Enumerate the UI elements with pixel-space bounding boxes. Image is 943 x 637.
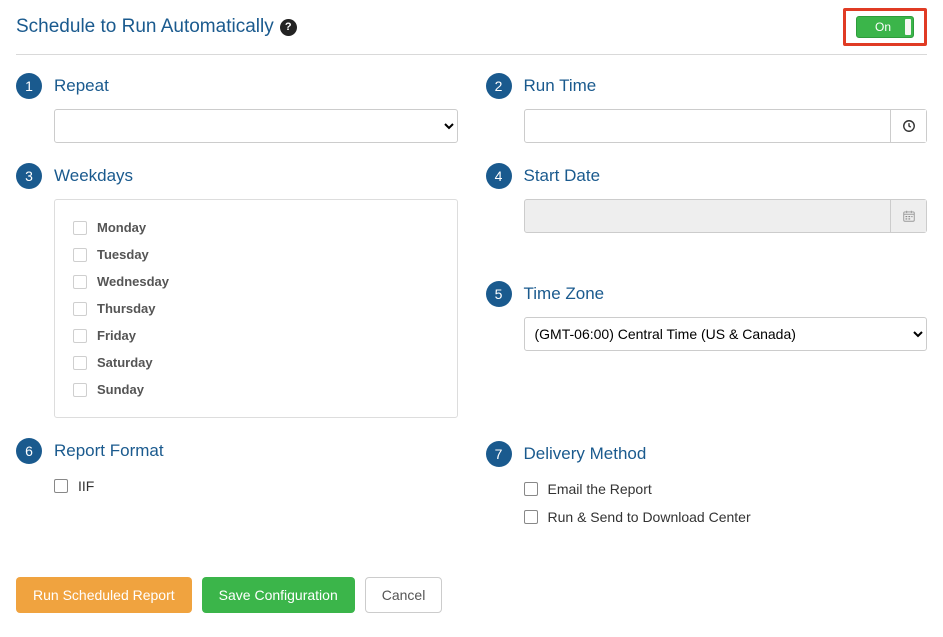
step-badge-4: 4: [486, 163, 512, 189]
step-badge-6: 6: [16, 438, 42, 464]
weekday-label: Sunday: [97, 382, 144, 397]
weekday-row-friday[interactable]: Friday: [73, 324, 439, 347]
form-columns: 1 Repeat 3 Weekdays Monday: [16, 73, 927, 549]
section-title-runtime: Run Time: [524, 76, 597, 96]
delivery-row-download[interactable]: Run & Send to Download Center: [524, 505, 928, 529]
section-weekdays: 3 Weekdays Monday Tuesday Wednesday: [16, 163, 458, 418]
weekday-row-wednesday[interactable]: Wednesday: [73, 270, 439, 293]
section-repeat: 1 Repeat: [16, 73, 458, 143]
format-row-iif[interactable]: IIF: [54, 474, 458, 498]
step-badge-7: 7: [486, 441, 512, 467]
page-title: Schedule to Run Automatically ?: [16, 16, 297, 38]
left-column: 1 Repeat 3 Weekdays Monday: [16, 73, 458, 549]
weekday-row-tuesday[interactable]: Tuesday: [73, 243, 439, 266]
startdate-input: [525, 200, 891, 232]
repeat-select[interactable]: [54, 109, 458, 143]
runtime-input[interactable]: [525, 110, 891, 142]
checkbox-icon[interactable]: [73, 302, 87, 316]
runtime-input-group: [524, 109, 928, 143]
checkbox-icon[interactable]: [73, 248, 87, 262]
step-badge-3: 3: [16, 163, 42, 189]
checkbox-icon[interactable]: [73, 275, 87, 289]
section-delivery: 7 Delivery Method Email the Report Run &…: [486, 441, 928, 529]
section-title-timezone: Time Zone: [524, 284, 605, 304]
weekday-label: Wednesday: [97, 274, 169, 289]
delivery-row-email[interactable]: Email the Report: [524, 477, 928, 501]
delivery-label: Run & Send to Download Center: [548, 509, 751, 525]
toggle-knob-icon: [905, 19, 911, 35]
step-badge-1: 1: [16, 73, 42, 99]
weekday-row-thursday[interactable]: Thursday: [73, 297, 439, 320]
weekday-row-sunday[interactable]: Sunday: [73, 378, 439, 401]
button-row: Run Scheduled Report Save Configuration …: [16, 577, 927, 613]
clock-icon[interactable]: [890, 110, 926, 142]
step-badge-2: 2: [486, 73, 512, 99]
weekday-label: Thursday: [97, 301, 156, 316]
toggle-label: On: [875, 20, 891, 34]
section-title-startdate: Start Date: [524, 166, 601, 186]
checkbox-icon[interactable]: [73, 356, 87, 370]
checkbox-icon[interactable]: [73, 329, 87, 343]
section-title-repeat: Repeat: [54, 76, 109, 96]
weekday-row-saturday[interactable]: Saturday: [73, 351, 439, 374]
header: Schedule to Run Automatically ? On: [16, 8, 927, 55]
calendar-icon[interactable]: [890, 200, 926, 232]
section-format: 6 Report Format IIF: [16, 438, 458, 498]
weekday-box: Monday Tuesday Wednesday Thursday: [54, 199, 458, 418]
weekday-label: Saturday: [97, 355, 153, 370]
page-title-text: Schedule to Run Automatically: [16, 16, 274, 38]
startdate-input-group: [524, 199, 928, 233]
right-column: 2 Run Time 4 Start Date: [486, 73, 928, 549]
weekday-row-monday[interactable]: Monday: [73, 216, 439, 239]
checkbox-icon[interactable]: [73, 221, 87, 235]
timezone-select[interactable]: (GMT-06:00) Central Time (US & Canada): [524, 317, 928, 351]
section-title-weekdays: Weekdays: [54, 166, 133, 186]
help-icon[interactable]: ?: [280, 19, 297, 36]
checkbox-icon[interactable]: [524, 482, 538, 496]
delivery-label: Email the Report: [548, 481, 652, 497]
cancel-button[interactable]: Cancel: [365, 577, 443, 613]
weekday-label: Tuesday: [97, 247, 149, 262]
checkbox-icon[interactable]: [73, 383, 87, 397]
format-label: IIF: [78, 478, 94, 494]
weekday-label: Monday: [97, 220, 146, 235]
checkbox-icon[interactable]: [54, 479, 68, 493]
section-title-delivery: Delivery Method: [524, 444, 647, 464]
section-timezone: 5 Time Zone (GMT-06:00) Central Time (US…: [486, 281, 928, 351]
section-startdate: 4 Start Date: [486, 163, 928, 233]
run-scheduled-report-button[interactable]: Run Scheduled Report: [16, 577, 192, 613]
save-configuration-button[interactable]: Save Configuration: [202, 577, 355, 613]
toggle-highlight: On: [843, 8, 927, 46]
section-title-format: Report Format: [54, 441, 164, 461]
weekday-label: Friday: [97, 328, 136, 343]
checkbox-icon[interactable]: [524, 510, 538, 524]
schedule-toggle[interactable]: On: [856, 16, 914, 38]
section-runtime: 2 Run Time: [486, 73, 928, 143]
step-badge-5: 5: [486, 281, 512, 307]
